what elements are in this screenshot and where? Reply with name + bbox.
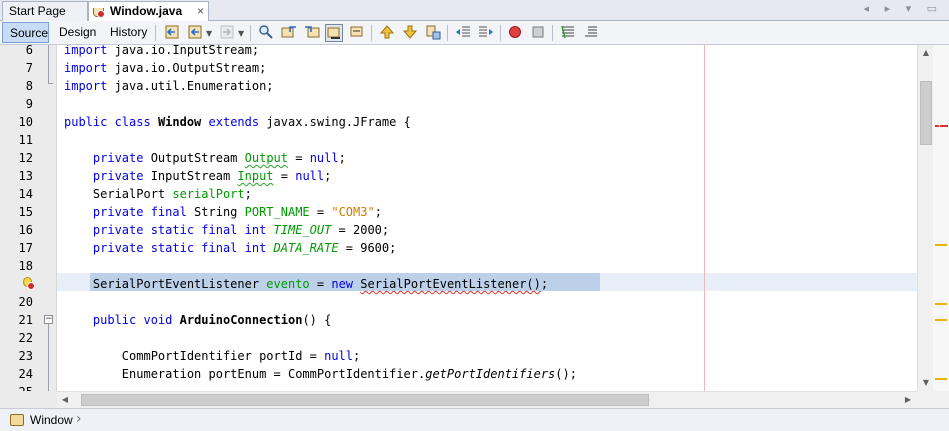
right-margin-guide — [704, 45, 705, 391]
chevron-down-icon[interactable]: ▼ — [206, 29, 212, 38]
view-tab-history[interactable]: History — [103, 22, 154, 43]
fold-guide — [48, 324, 49, 391]
code-line: SerialPort serialPort; — [64, 187, 252, 201]
code-line: import java.util.Enumeration; — [64, 79, 274, 93]
toolbar-separator — [155, 25, 156, 41]
fold-collapse-icon[interactable]: − — [44, 315, 53, 324]
line-number: 23 — [18, 349, 33, 363]
line-number: 12 — [18, 151, 33, 165]
scroll-left-icon[interactable]: ◀ — [57, 392, 73, 408]
breadcrumb-item-window[interactable]: Window — [30, 411, 73, 429]
code-line: private static final int TIME_OUT = 2000… — [92, 223, 390, 237]
shift-line-right-icon[interactable] — [477, 24, 495, 42]
view-tab-source[interactable]: Source — [2, 22, 49, 43]
find-next-icon[interactable] — [303, 24, 321, 42]
uncomment-icon[interactable] — [582, 24, 600, 42]
line-number: 14 — [18, 187, 33, 201]
line-number: 8 — [25, 79, 33, 93]
java-file-error-icon — [92, 4, 106, 18]
editor-tab-strip: Start Page Window.java × ◂ ▸ ▾ ▭ — [0, 0, 949, 22]
code-line: CommPortIdentifier portId = null; — [64, 349, 361, 363]
code-line: public void ArduinoConnection() { — [92, 313, 332, 327]
horizontal-scroll-thumb[interactable] — [81, 394, 649, 406]
code-line: public class Window extends javax.swing.… — [64, 115, 411, 129]
tab-window-java[interactable]: Window.java × — [88, 1, 209, 22]
toggle-highlight-search-icon[interactable] — [325, 24, 343, 42]
code-line: SerialPortEventListener evento = new Ser… — [64, 277, 549, 291]
stop-macro-recording-icon[interactable] — [529, 24, 547, 42]
forward-icon[interactable] — [218, 24, 236, 42]
error-hint-bulb-icon[interactable] — [22, 277, 35, 291]
navigation-breadcrumb: Window › — [0, 408, 949, 431]
vertical-scroll-thumb[interactable] — [920, 81, 932, 145]
fold-guide-end — [48, 83, 53, 84]
tab-start-page-label: Start Page — [9, 4, 66, 18]
line-number: 22 — [18, 331, 33, 345]
fold-guide — [48, 45, 49, 83]
warning-mark[interactable] — [935, 378, 947, 380]
find-previous-icon[interactable] — [280, 24, 298, 42]
find-icon[interactable] — [257, 24, 275, 42]
line-number: 9 — [25, 97, 33, 111]
line-number: 16 — [18, 223, 33, 237]
line-number: 6 — [25, 45, 33, 57]
code-line: private OutputStream Output = null; — [92, 151, 346, 165]
scrollbar-corner — [917, 391, 949, 408]
line-number: 18 — [18, 259, 33, 273]
vertical-scrollbar[interactable]: ▲ ▼ — [917, 45, 933, 391]
toolbar-separator — [447, 25, 448, 41]
code-line: private static final int DATA_RATE = 960… — [92, 241, 397, 255]
chevron-down-icon[interactable]: ▼ — [238, 29, 244, 38]
code-line: Enumeration portEnum = CommPortIdentifie… — [64, 367, 577, 381]
scroll-down-icon[interactable]: ▼ — [918, 375, 934, 391]
class-icon — [10, 414, 24, 426]
back-icon[interactable] — [186, 24, 204, 42]
toggle-bookmark-icon[interactable] — [424, 24, 442, 42]
shift-line-left-icon[interactable] — [454, 24, 472, 42]
warning-mark[interactable] — [935, 303, 947, 305]
breadcrumb-separator-icon[interactable]: › — [76, 410, 82, 428]
line-number: 15 — [18, 205, 33, 219]
close-tab-icon[interactable]: × — [197, 2, 204, 20]
warning-mark[interactable] — [935, 319, 947, 321]
line-number: 25 — [0, 383, 33, 391]
toggle-rectangular-selection-icon[interactable] — [348, 24, 366, 42]
toolbar-separator — [552, 25, 553, 41]
last-edit-icon[interactable] — [163, 24, 181, 42]
editor-toolbar: Source Design History ▼ ▼ — [0, 21, 949, 45]
line-number: 21 — [18, 313, 33, 327]
gutter-footer — [0, 391, 57, 408]
comment-icon[interactable] — [559, 24, 577, 42]
warning-mark[interactable] — [935, 244, 947, 246]
line-number: 10 — [18, 115, 33, 129]
line-number-gutter[interactable]: 6 7 8 9 10 11 12 13 14 15 16 17 18 19 20… — [0, 45, 57, 391]
code-line: private final String PORT_NAME = "COM3"; — [92, 205, 382, 219]
tab-start-page[interactable]: Start Page — [2, 1, 88, 21]
code-line: import java.io.OutputStream; — [64, 61, 267, 75]
line-number: 24 — [18, 367, 33, 381]
toolbar-separator — [371, 25, 372, 41]
previous-bookmark-icon[interactable] — [378, 24, 396, 42]
tab-window-java-label: Window.java — [110, 4, 183, 18]
line-number: 7 — [25, 61, 33, 75]
line-number: 13 — [18, 169, 33, 183]
scroll-up-icon[interactable]: ▲ — [918, 45, 934, 61]
toolbar-separator — [500, 25, 501, 41]
error-stripe[interactable] — [933, 45, 949, 391]
start-macro-recording-icon[interactable] — [506, 24, 524, 42]
code-editor[interactable]: import java.io.InputStream; import java.… — [57, 45, 917, 391]
view-tab-design[interactable]: Design — [52, 22, 103, 43]
toolbar-separator — [250, 25, 251, 41]
line-number: 11 — [18, 133, 33, 147]
scroll-right-icon[interactable]: ▶ — [900, 392, 916, 408]
next-bookmark-icon[interactable] — [401, 24, 419, 42]
error-mark[interactable] — [944, 125, 948, 127]
line-number: 17 — [18, 241, 33, 255]
code-line: import java.io.InputStream; — [64, 45, 260, 57]
error-mark[interactable] — [935, 125, 939, 127]
horizontal-scrollbar[interactable]: ◀ ▶ — [57, 391, 917, 408]
tab-navigation-controls[interactable]: ◂ ▸ ▾ ▭ — [864, 2, 943, 15]
code-line: private InputStream Input = null; — [92, 169, 332, 183]
line-number: 20 — [18, 295, 33, 309]
